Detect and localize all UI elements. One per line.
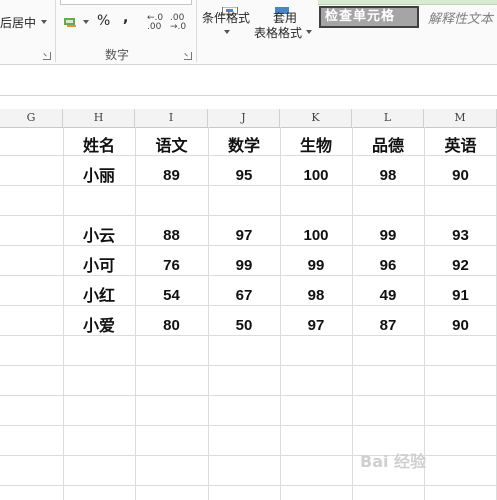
comma-style-button[interactable]: , [123, 10, 128, 26]
number-format-box[interactable] [60, 0, 192, 5]
cell-score[interactable]: 98 [352, 162, 424, 190]
cell-score[interactable]: 91 [424, 282, 497, 310]
cell-name[interactable]: 小可 [63, 252, 135, 280]
column-header-m[interactable]: M [424, 109, 497, 127]
alignment-launcher-icon[interactable] [43, 52, 51, 60]
header-cell-name[interactable]: 姓名 [63, 132, 135, 160]
column-header-h[interactable]: H [63, 109, 135, 127]
cell-score[interactable]: 50 [208, 312, 280, 340]
group-separator [55, 0, 56, 62]
conditional-format-icon [222, 0, 238, 15]
table-format-icon [274, 0, 290, 14]
cell-score[interactable]: 93 [424, 222, 497, 250]
column-header-l[interactable]: L [352, 109, 424, 127]
cell-score[interactable]: 99 [280, 252, 352, 280]
accounting-dropdown-icon[interactable] [83, 20, 89, 24]
cell-score[interactable]: 76 [135, 252, 208, 280]
cell-score[interactable]: 80 [135, 312, 208, 340]
cell-score[interactable]: 100 [280, 222, 352, 250]
cell-name[interactable]: 小丽 [63, 162, 135, 190]
number-group-label: 数字 [105, 48, 130, 62]
gridline [0, 395, 497, 396]
table-format-dropdown-icon[interactable] [306, 30, 312, 34]
number-launcher-icon[interactable] [184, 52, 192, 60]
cell-score[interactable]: 97 [208, 222, 280, 250]
style-gallery-top-strip [318, 0, 497, 5]
group-separator [196, 0, 197, 62]
header-cell-biology[interactable]: 生物 [280, 132, 352, 160]
cell-score[interactable]: 90 [424, 162, 497, 190]
cell-name[interactable]: 小云 [63, 222, 135, 250]
accounting-format-icon[interactable] [63, 13, 77, 27]
cell-score[interactable]: 100 [280, 162, 352, 190]
conditional-format-dropdown-icon[interactable] [224, 30, 230, 34]
merge-dropdown-icon[interactable] [41, 20, 47, 24]
cell-name[interactable]: 小爱 [63, 312, 135, 340]
formula-bar[interactable] [0, 65, 497, 96]
column-header-i[interactable]: I [135, 109, 208, 127]
header-cell-morality[interactable]: 品德 [352, 132, 424, 160]
cell-name[interactable]: 小红 [63, 282, 135, 310]
cell-score[interactable]: 96 [352, 252, 424, 280]
header-cell-chinese[interactable]: 语文 [135, 132, 208, 160]
style-explanatory-text[interactable]: 解释性文本 [428, 8, 493, 27]
worksheet-grid[interactable]: 姓名 语文 数学 生物 品德 英语 小丽 89 95 100 98 90 小云 … [0, 127, 497, 500]
merge-center-button[interactable]: 后居中 [0, 14, 36, 31]
cell-score[interactable]: 98 [280, 282, 352, 310]
column-header-k[interactable]: K [280, 109, 352, 127]
cell-score[interactable]: 67 [208, 282, 280, 310]
gridline [0, 485, 497, 486]
conditional-format-button[interactable]: 条件格式 [202, 9, 250, 26]
header-cell-math[interactable]: 数学 [208, 132, 280, 160]
cell-score[interactable]: 97 [280, 312, 352, 340]
column-header-g[interactable]: G [0, 109, 63, 127]
cell-score[interactable]: 99 [352, 222, 424, 250]
ribbon: 后居中 % , ←.0 .00 .00 →.0 数字 条件格式 套用 表格格式 … [0, 0, 497, 65]
cell-score[interactable]: 49 [352, 282, 424, 310]
watermark-text: Bai 经验 [360, 452, 427, 471]
increase-decimal-button[interactable]: ←.0 .00 [147, 14, 167, 32]
cell-score[interactable]: 90 [424, 312, 497, 340]
column-header-j[interactable]: J [208, 109, 280, 127]
percent-style-button[interactable]: % [97, 13, 110, 29]
cell-score[interactable]: 54 [135, 282, 208, 310]
cell-score[interactable]: 89 [135, 162, 208, 190]
cell-name[interactable] [63, 192, 135, 220]
cell-score[interactable]: 99 [208, 252, 280, 280]
cell-score[interactable]: 95 [208, 162, 280, 190]
decrease-decimal-button[interactable]: .00 →.0 [170, 14, 190, 32]
cell-score[interactable]: 87 [352, 312, 424, 340]
cell-score[interactable]: 88 [135, 222, 208, 250]
gridline [0, 425, 497, 426]
column-headers: G H I J K L M [0, 109, 497, 128]
style-check-cell[interactable]: 检查单元格 [319, 6, 419, 28]
header-cell-english[interactable]: 英语 [424, 132, 497, 160]
cell-score[interactable]: 92 [424, 252, 497, 280]
table-format-label-line2[interactable]: 表格格式 [254, 24, 302, 41]
gridline [0, 365, 497, 366]
